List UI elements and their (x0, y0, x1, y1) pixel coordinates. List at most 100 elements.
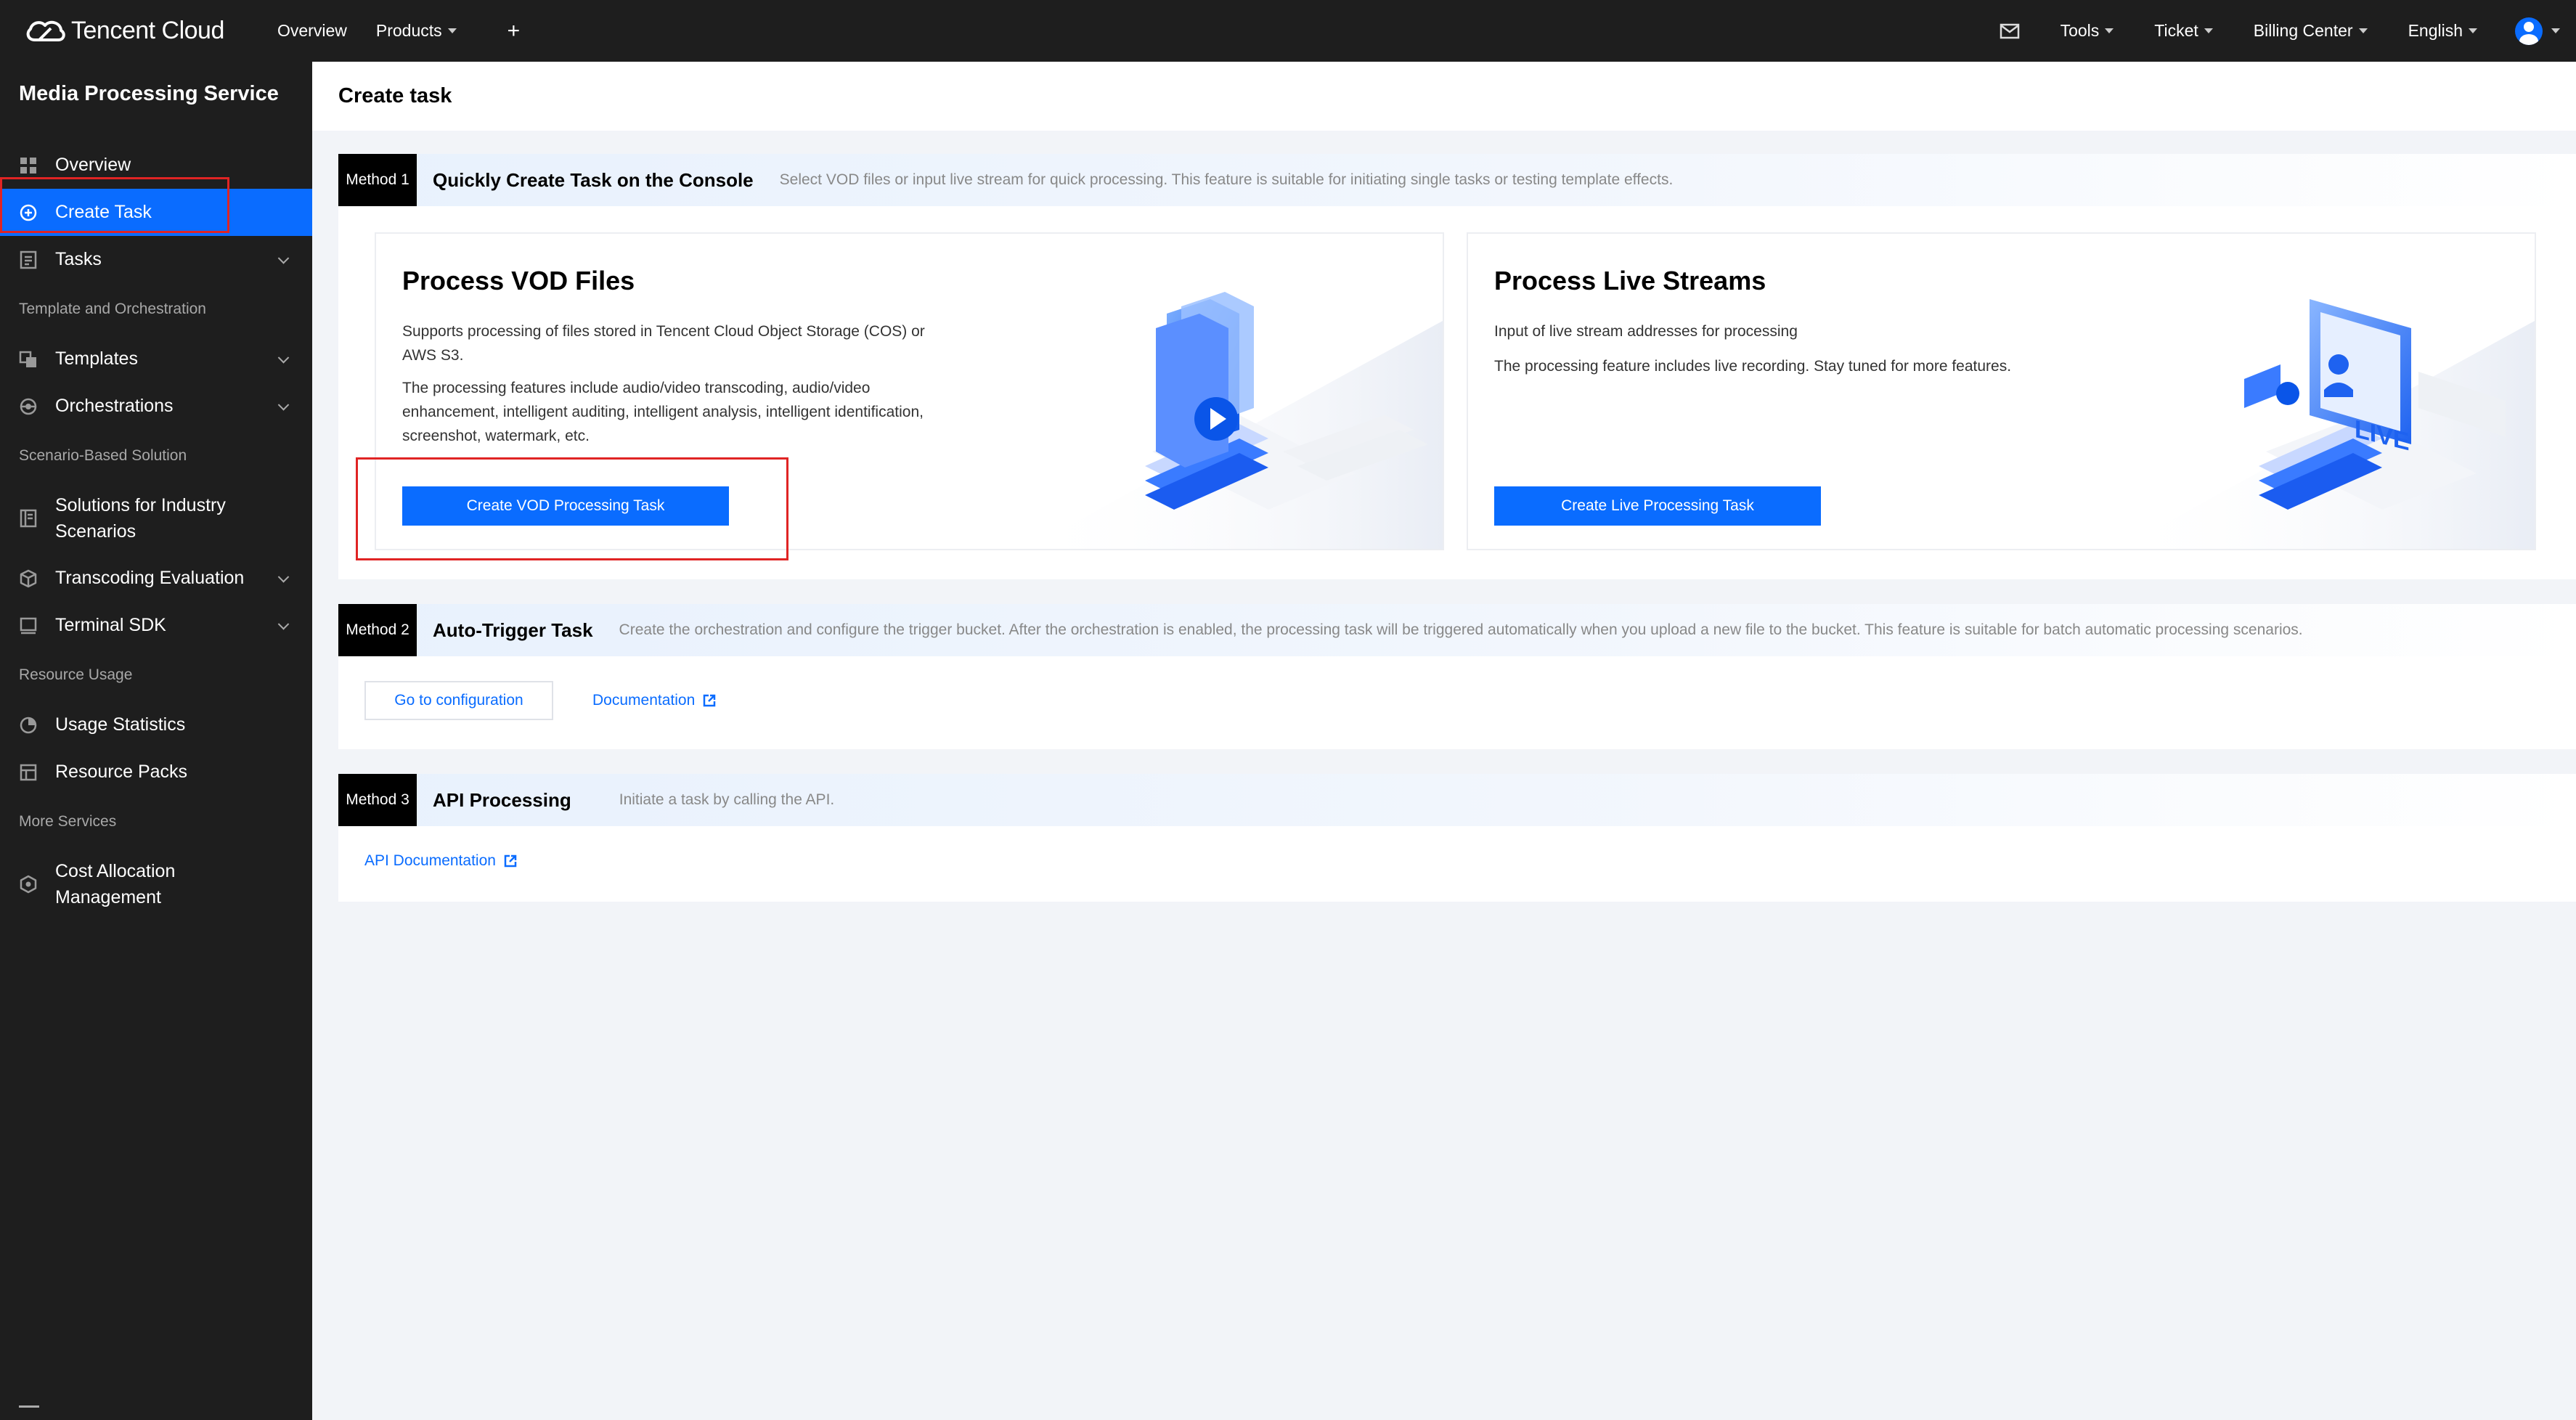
vod-card-text-1: Supports processing of files stored in T… (402, 323, 925, 364)
top-navigation-bar: Tencent Cloud Overview Products + Tools … (0, 0, 2576, 62)
method-2-header: Method 2 Auto-Trigger Task Create the or… (338, 604, 2576, 656)
create-live-task-button[interactable]: Create Live Processing Task (1494, 486, 1821, 526)
caret-down-icon (2469, 28, 2477, 33)
method-title: API Processing (433, 788, 571, 811)
vod-card: Process VOD Files Supports processing of… (375, 232, 1444, 550)
sidebar-item-label: Terminal SDK (55, 615, 166, 635)
sidebar-item-label: Overview (55, 155, 131, 175)
grid-icon (20, 157, 36, 174)
chevron-down-icon (277, 618, 290, 630)
live-card: Process Live Streams Input of live strea… (1467, 232, 2536, 550)
chevron-down-icon (277, 252, 290, 264)
cube-icon (20, 569, 37, 587)
nav-tools[interactable]: Tools (2061, 21, 2114, 41)
sidebar-item-orchestrations[interactable]: Orchestrations (0, 383, 312, 430)
caret-down-icon (2358, 28, 2368, 33)
chevron-down-icon (277, 571, 290, 583)
nav-language-label: English (2408, 21, 2463, 40)
live-card-text-2: The processing feature includes live rec… (1494, 358, 2012, 375)
user-icon[interactable] (2515, 17, 2543, 45)
nav-products[interactable]: Products (376, 21, 457, 41)
create-vod-task-button[interactable]: Create VOD Processing Task (402, 486, 729, 526)
live-stream-illustration: LIVE (2119, 299, 2535, 549)
external-link-icon (704, 694, 716, 707)
caret-down-icon[interactable] (2551, 28, 2560, 33)
documentation-link[interactable]: Documentation (592, 692, 717, 709)
orchestration-icon (20, 398, 37, 415)
sidebar-item-transcoding-evaluation[interactable]: Transcoding Evaluation (0, 555, 312, 602)
method-description: Select VOD files or input live stream fo… (779, 171, 1674, 188)
method-3-panel: Method 3 API Processing Initiate a task … (338, 774, 2576, 902)
sidebar-group-label: Template and Orchestration (19, 301, 206, 317)
nav-overview[interactable]: Overview (277, 21, 347, 41)
sidebar-item-label: Resource Packs (55, 762, 188, 782)
nav-tools-label: Tools (2060, 21, 2100, 40)
menu-icon[interactable] (19, 1405, 39, 1417)
sidebar-item-label: Cost Allocation Management (55, 861, 176, 907)
method-tag: Method 2 (338, 604, 417, 656)
vod-card-title: Process VOD Files (402, 266, 635, 295)
sidebar-item-label: Usage Statistics (55, 714, 186, 735)
method-tag: Method 3 (338, 774, 417, 826)
external-link-icon (504, 854, 517, 868)
documentation-link-label: Documentation (592, 692, 696, 709)
caret-down-icon (2105, 28, 2114, 33)
method-tag: Method 1 (338, 154, 417, 206)
method-title: Auto-Trigger Task (433, 619, 593, 641)
nav-ticket[interactable]: Ticket (2154, 21, 2213, 41)
sidebar-item-usage-statistics[interactable]: Usage Statistics (0, 701, 312, 748)
sidebar-item-templates[interactable]: Templates (0, 335, 312, 383)
sidebar-item-label: Tasks (55, 249, 102, 269)
sidebar-item-create-task[interactable]: Create Task (0, 189, 312, 236)
method-description: Initiate a task by calling the API. (619, 791, 835, 808)
method-3-header: Method 3 API Processing Initiate a task … (338, 774, 2576, 826)
caret-down-icon (2204, 28, 2213, 33)
brand-logo[interactable]: Tencent Cloud (23, 17, 248, 46)
nav-billing-center[interactable]: Billing Center (2254, 21, 2368, 41)
sidebar: Media Processing Service Overview Create… (0, 62, 312, 1420)
template-icon (19, 351, 36, 367)
hexagon-icon (20, 875, 37, 894)
pie-icon (20, 717, 37, 733)
page-title: Create task (312, 62, 2576, 131)
plus-circle-icon (20, 204, 37, 221)
sidebar-group-label: Scenario-Based Solution (19, 447, 187, 464)
live-card-title: Process Live Streams (1494, 266, 1766, 295)
sidebar-item-label: Transcoding Evaluation (55, 568, 245, 588)
chevron-down-icon (277, 399, 290, 411)
add-shortcut-button[interactable]: + (508, 19, 521, 44)
sidebar-group-label: Resource Usage (19, 666, 133, 683)
nav-ticket-label: Ticket (2154, 21, 2198, 40)
brand-name: Tencent Cloud (71, 17, 224, 44)
sidebar-item-solutions[interactable]: Solutions for Industry Scenarios (0, 482, 312, 555)
method-1-header: Method 1 Quickly Create Task on the Cons… (338, 154, 2576, 206)
mail-icon[interactable] (2000, 23, 2020, 39)
device-icon (20, 617, 37, 634)
api-documentation-link[interactable]: API Documentation (364, 852, 518, 870)
package-icon (20, 764, 37, 780)
sidebar-item-overview[interactable]: Overview (0, 142, 312, 189)
go-to-configuration-button[interactable]: Go to configuration (364, 681, 553, 720)
sidebar-item-resource-packs[interactable]: Resource Packs (0, 748, 312, 796)
caret-down-icon (447, 28, 457, 33)
cloud-logo-icon (26, 20, 65, 41)
nav-language[interactable]: English (2408, 21, 2477, 41)
sidebar-item-label: Orchestrations (55, 396, 174, 416)
live-card-text-1: Input of live stream addresses for proce… (1494, 323, 1798, 340)
method-2-panel: Method 2 Auto-Trigger Task Create the or… (338, 604, 2576, 749)
list-icon (20, 250, 37, 269)
api-documentation-link-label: API Documentation (364, 852, 496, 869)
sidebar-group-label: More Services (19, 813, 117, 830)
service-title: Media Processing Service (19, 82, 279, 105)
sidebar-item-terminal-sdk[interactable]: Terminal SDK (0, 602, 312, 649)
method-description: Create the orchestration and configure t… (619, 621, 2303, 638)
sidebar-item-label: Templates (55, 348, 138, 369)
nav-billing-label: Billing Center (2253, 21, 2353, 40)
sidebar-item-cost-allocation[interactable]: Cost Allocation Management (0, 848, 312, 921)
nav-products-label: Products (375, 21, 442, 40)
folder-video-illustration (1027, 292, 1443, 549)
vod-card-text-2: The processing features include audio/vi… (402, 380, 924, 444)
sidebar-item-tasks[interactable]: Tasks (0, 236, 312, 283)
chevron-down-icon (277, 351, 290, 364)
sidebar-item-label: Create Task (55, 202, 152, 222)
